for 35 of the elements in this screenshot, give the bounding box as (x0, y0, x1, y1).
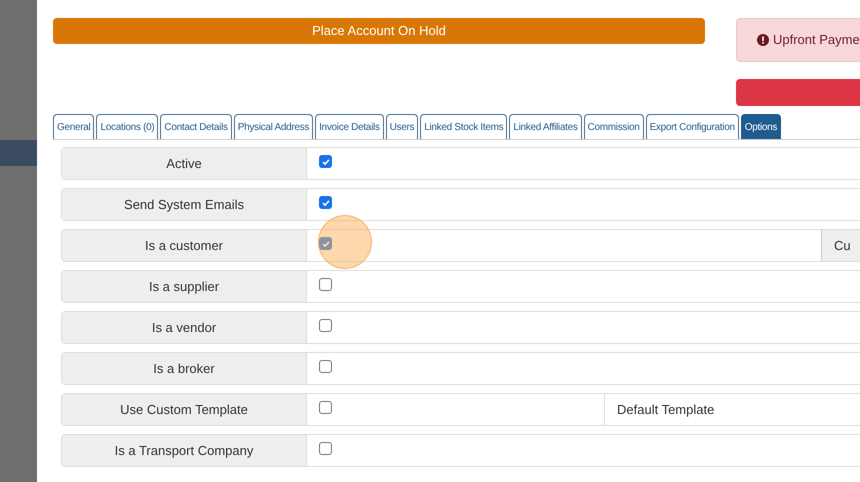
check-icon (320, 198, 330, 208)
alert-text: Upfront Payme (773, 31, 860, 50)
tab[interactable]: Options (740, 114, 782, 139)
checkbox[interactable] (319, 360, 332, 373)
checkbox[interactable] (319, 401, 332, 414)
check-icon (320, 156, 330, 166)
option-label: Is a supplier (62, 271, 306, 302)
tab[interactable]: Invoice Details (315, 114, 384, 139)
exclamation-icon (757, 34, 769, 46)
checkbox[interactable] (319, 442, 332, 455)
option-label: Active (62, 148, 306, 179)
checkbox[interactable] (319, 278, 332, 291)
check-icon (320, 238, 330, 248)
tab[interactable]: Commission (584, 114, 644, 139)
side-button[interactable]: Cu (821, 230, 860, 261)
tab[interactable]: General (53, 114, 94, 139)
checkbox[interactable] (319, 237, 332, 250)
tab[interactable]: Contact Details (160, 114, 232, 139)
tab[interactable]: Linked Affiliates (509, 114, 582, 139)
option-label: Is a broker (62, 353, 306, 384)
click-indicator (318, 215, 372, 269)
tab[interactable]: Export Configuration (646, 114, 739, 139)
checkbox[interactable] (319, 319, 332, 332)
checkbox[interactable] (319, 155, 332, 168)
option-label: Is a customer (62, 230, 306, 261)
template-cell: Default Template (604, 394, 860, 425)
tab[interactable]: Users (386, 114, 418, 139)
option-label: Send System Emails (62, 189, 306, 220)
option-label: Is a Transport Company (62, 435, 306, 466)
tab[interactable]: Physical Address (234, 114, 314, 139)
option-label: Use Custom Template (62, 394, 306, 425)
checkbox[interactable] (319, 196, 332, 209)
tab[interactable]: Locations (0) (96, 114, 158, 139)
option-label: Is a vendor (62, 312, 306, 343)
tab[interactable]: Linked Stock Items (420, 114, 508, 139)
